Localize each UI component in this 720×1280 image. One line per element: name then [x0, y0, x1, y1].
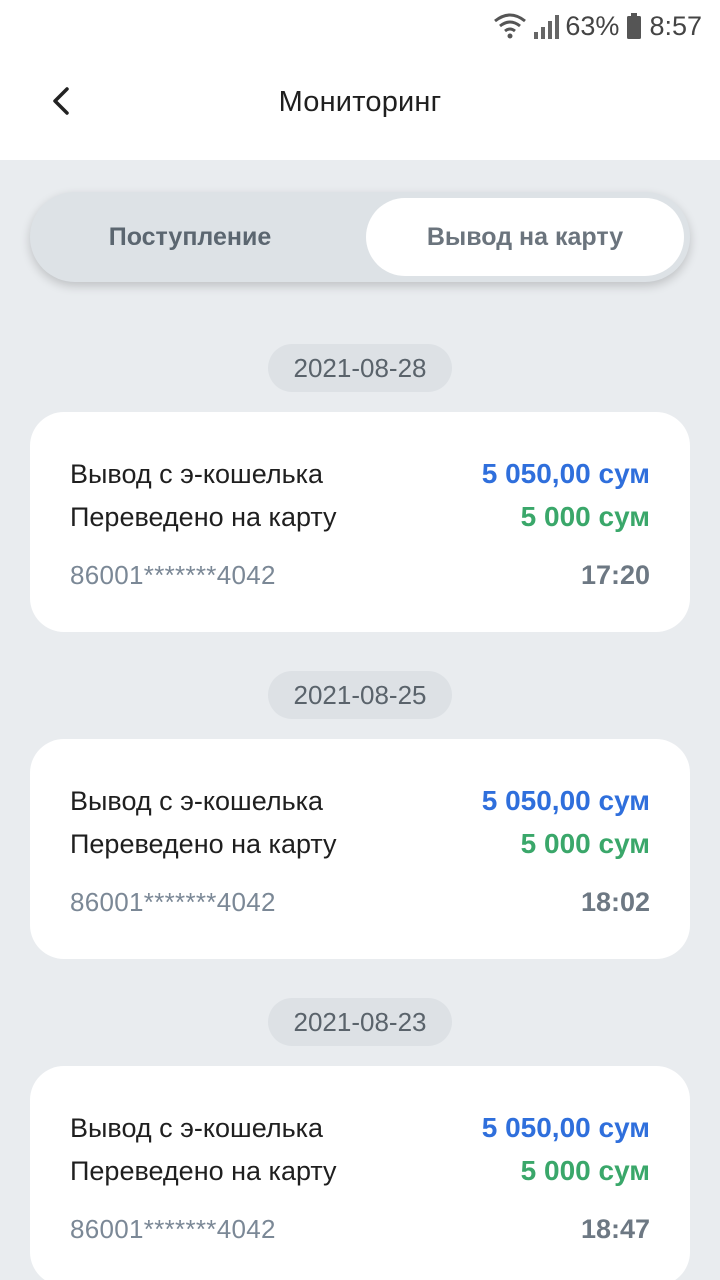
card-number: 86001*******4042	[70, 887, 276, 917]
withdraw-label: Вывод с э-кошелька	[70, 459, 324, 489]
transfer-label: Переведено на карту	[70, 502, 337, 532]
battery-percent: 63%	[565, 10, 620, 41]
withdraw-label: Вывод с э-кошелька	[70, 786, 324, 816]
tab-incoming[interactable]: Поступление	[36, 198, 344, 276]
meta-row: 86001*******4042 18:47	[70, 1214, 650, 1245]
transfer-row: Переведено на карту 5 000 сум	[70, 1155, 650, 1187]
transfer-amount: 5 000 сум	[520, 501, 650, 532]
withdraw-row: Вывод с э-кошелька 5 050,00 сум	[70, 458, 650, 490]
transaction-time: 18:47	[580, 1214, 650, 1244]
transfer-label: Переведено на карту	[70, 829, 337, 859]
date-badge: 2021-08-28	[268, 344, 452, 392]
status-indicators: 63% 8:57	[493, 8, 702, 44]
wifi-icon	[493, 12, 527, 40]
clock: 8:57	[649, 10, 702, 41]
transfer-amount: 5 000 сум	[520, 828, 650, 859]
transfer-amount: 5 000 сум	[520, 1155, 650, 1186]
tab-switcher: Поступление Вывод на карту	[30, 192, 690, 282]
withdraw-label: Вывод с э-кошелька	[70, 1113, 324, 1143]
tab-withdraw-to-card[interactable]: Вывод на карту	[366, 198, 684, 276]
app-header: Мониторинг	[0, 54, 720, 160]
meta-row: 86001*******4042 18:02	[70, 887, 650, 918]
transaction-card[interactable]: Вывод с э-кошелька 5 050,00 сум Переведе…	[30, 412, 690, 632]
withdraw-amount: 5 050,00 сум	[481, 785, 650, 816]
page-title: Мониторинг	[278, 86, 442, 118]
card-number: 86001*******4042	[70, 560, 276, 590]
withdraw-amount: 5 050,00 сум	[481, 458, 650, 489]
transaction-time: 18:02	[580, 887, 650, 917]
card-number: 86001*******4042	[70, 1214, 276, 1244]
meta-row: 86001*******4042 17:20	[70, 560, 650, 591]
battery-icon	[625, 12, 643, 40]
signal-icon	[533, 12, 560, 40]
withdraw-row: Вывод с э-кошелька 5 050,00 сум	[70, 1112, 650, 1144]
withdraw-row: Вывод с э-кошелька 5 050,00 сум	[70, 785, 650, 817]
transaction-card[interactable]: Вывод с э-кошелька 5 050,00 сум Переведе…	[30, 739, 690, 959]
transaction-time: 17:20	[580, 560, 650, 590]
transfer-row: Переведено на карту 5 000 сум	[70, 828, 650, 860]
transfer-row: Переведено на карту 5 000 сум	[70, 501, 650, 533]
status-bar: 63% 8:57	[0, 0, 720, 54]
date-badge: 2021-08-23	[268, 998, 452, 1046]
withdraw-amount: 5 050,00 сум	[481, 1112, 650, 1143]
transfer-label: Переведено на карту	[70, 1156, 337, 1186]
date-badge: 2021-08-25	[268, 671, 452, 719]
transaction-card[interactable]: Вывод с э-кошелька 5 050,00 сум Переведе…	[30, 1066, 690, 1280]
